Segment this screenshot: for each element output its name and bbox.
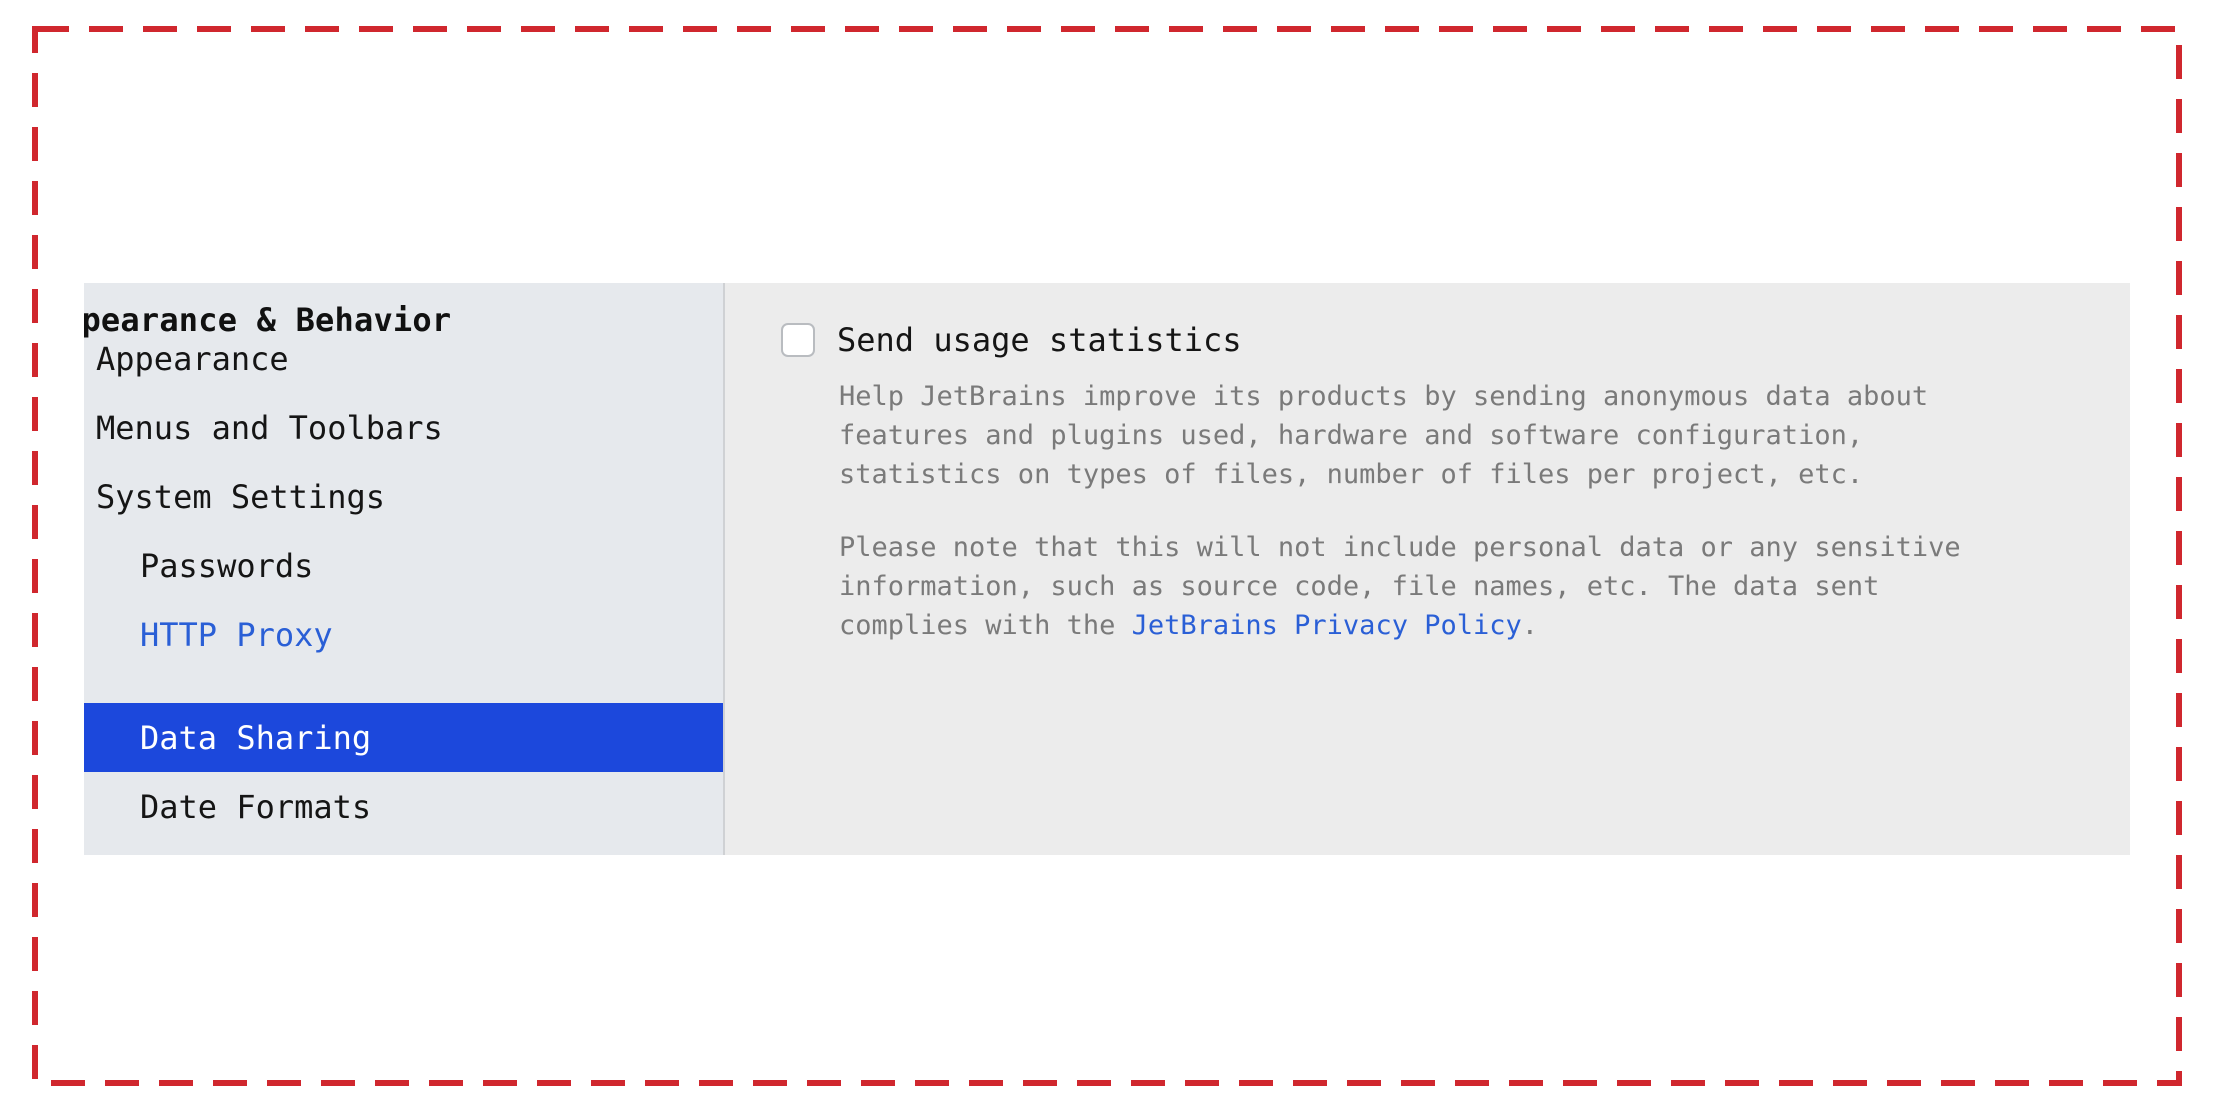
sidebar-item-label: Menus and Toolbars (96, 408, 443, 447)
description-line: features and plugins used, hardware and … (839, 420, 1864, 451)
settings-panel: ppearance & Behavior Appearance Menus an… (84, 283, 2130, 855)
privacy-note-line-prefix: complies with the (839, 610, 1132, 641)
description-line: statistics on types of files, number of … (839, 459, 1864, 490)
sidebar-item-date-formats[interactable]: Date Formats (84, 772, 723, 841)
sidebar-item-label: System Settings (96, 477, 385, 516)
sidebar-item-label: Date Formats (140, 787, 372, 826)
sidebar-item-menus-and-toolbars[interactable]: Menus and Toolbars (84, 393, 723, 462)
privacy-policy-link[interactable]: JetBrains Privacy Policy (1132, 610, 1522, 641)
send-usage-statistics-checkbox[interactable] (781, 323, 815, 357)
settings-sidebar: ppearance & Behavior Appearance Menus an… (84, 283, 725, 855)
send-usage-statistics-option[interactable]: Send usage statistics (781, 321, 1242, 359)
sidebar-item-data-sharing[interactable]: Data Sharing (84, 703, 723, 772)
sidebar-item-system-settings[interactable]: System Settings (84, 462, 723, 531)
usage-statistics-description: Help JetBrains improve its products by s… (839, 377, 1928, 494)
sidebar-item-label: Appearance (96, 339, 289, 378)
privacy-note-line: information, such as source code, file n… (839, 571, 1880, 602)
data-sharing-content: Send usage statistics Help JetBrains imp… (725, 283, 2130, 855)
sidebar-item-passwords[interactable]: Passwords (84, 531, 723, 600)
sidebar-item-appearance[interactable]: Appearance (84, 324, 723, 393)
sidebar-item-label: Data Sharing (140, 718, 372, 757)
privacy-note: Please note that this will not include p… (839, 528, 1961, 645)
privacy-note-line: Please note that this will not include p… (839, 532, 1961, 563)
send-usage-statistics-label[interactable]: Send usage statistics (837, 321, 1242, 359)
privacy-note-line-suffix: . (1521, 610, 1539, 641)
sidebar-item-http-proxy[interactable]: HTTP Proxy (84, 600, 723, 669)
sidebar-item-label: HTTP Proxy (140, 615, 333, 654)
description-line: Help JetBrains improve its products by s… (839, 381, 1929, 412)
sidebar-item-label: Passwords (140, 546, 314, 585)
